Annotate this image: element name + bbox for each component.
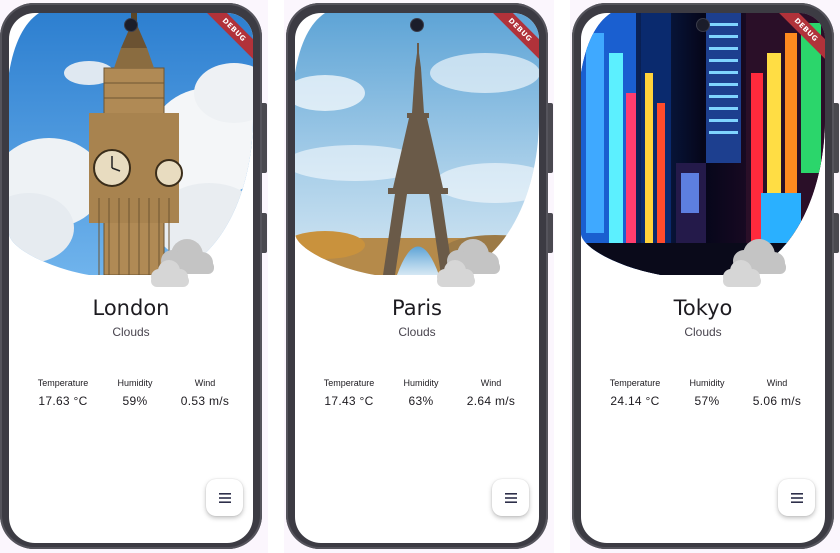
menu-icon xyxy=(790,492,803,503)
phone-london: DEBUG London Clouds Temperature 17.63 °C… xyxy=(0,0,268,553)
clouds-icon xyxy=(151,239,214,287)
clouds-icon xyxy=(723,239,786,287)
power-button xyxy=(262,103,267,173)
wind-value: 0.53 m/s xyxy=(180,394,230,408)
temperature-stat: Temperature 17.63 °C xyxy=(23,378,103,408)
humidity-value: 57% xyxy=(694,394,720,408)
temperature-label: Temperature xyxy=(323,378,375,388)
volume-button xyxy=(262,213,267,253)
power-button xyxy=(834,103,839,173)
temperature-value: 17.43 °C xyxy=(324,394,374,408)
humidity-label: Humidity xyxy=(689,378,725,388)
front-camera xyxy=(697,19,709,31)
humidity-value: 63% xyxy=(408,394,434,408)
temperature-label: Temperature xyxy=(37,378,89,388)
volume-button xyxy=(548,213,553,253)
phone-frame: DEBUG Tokyo Clouds Temperature 24.14 °C … xyxy=(572,3,839,549)
wind-label: Wind xyxy=(766,378,788,388)
temperature-value: 17.63 °C xyxy=(38,394,88,408)
app-screen: DEBUG London Clouds Temperature 17.63 °C… xyxy=(9,13,253,543)
humidity-stat: Humidity 57% xyxy=(667,378,747,408)
wind-value: 5.06 m/s xyxy=(752,394,802,408)
power-button xyxy=(548,103,553,173)
city-name: Tokyo xyxy=(673,296,733,320)
humidity-stat: Humidity 63% xyxy=(381,378,461,408)
app-screen: DEBUG Tokyo Clouds Temperature 24.14 °C … xyxy=(581,13,825,543)
weather-condition: Clouds xyxy=(398,325,436,339)
humidity-label: Humidity xyxy=(403,378,439,388)
wind-label: Wind xyxy=(194,378,216,388)
wind-stat: Wind 2.64 m/s xyxy=(451,378,531,408)
menu-icon xyxy=(218,492,231,503)
city-name: London xyxy=(92,296,170,320)
temperature-stat: Temperature 24.14 °C xyxy=(595,378,675,408)
wind-stat: Wind 0.53 m/s xyxy=(165,378,245,408)
menu-button[interactable] xyxy=(492,479,529,516)
clouds-icon xyxy=(437,239,500,287)
app-screen: DEBUG Paris Clouds Temperature 17.43 °C … xyxy=(295,13,539,543)
humidity-value: 59% xyxy=(122,394,148,408)
humidity-label: Humidity xyxy=(117,378,153,388)
temperature-value: 24.14 °C xyxy=(610,394,660,408)
weather-condition: Clouds xyxy=(112,325,150,339)
volume-button xyxy=(834,213,839,253)
menu-button[interactable] xyxy=(778,479,815,516)
phone-paris: DEBUG Paris Clouds Temperature 17.43 °C … xyxy=(284,0,554,553)
temperature-label: Temperature xyxy=(609,378,661,388)
humidity-stat: Humidity 59% xyxy=(95,378,175,408)
menu-button[interactable] xyxy=(206,479,243,516)
front-camera xyxy=(411,19,423,31)
wind-label: Wind xyxy=(480,378,502,388)
city-name: Paris xyxy=(392,296,442,320)
front-camera xyxy=(125,19,137,31)
phone-tokyo: DEBUG Tokyo Clouds Temperature 24.14 °C … xyxy=(570,0,840,553)
weather-condition: Clouds xyxy=(684,325,722,339)
wind-value: 2.64 m/s xyxy=(466,394,516,408)
menu-icon xyxy=(504,492,517,503)
wind-stat: Wind 5.06 m/s xyxy=(737,378,817,408)
phone-frame: DEBUG London Clouds Temperature 17.63 °C… xyxy=(0,3,267,549)
temperature-stat: Temperature 17.43 °C xyxy=(309,378,389,408)
phone-frame: DEBUG Paris Clouds Temperature 17.43 °C … xyxy=(286,3,553,549)
